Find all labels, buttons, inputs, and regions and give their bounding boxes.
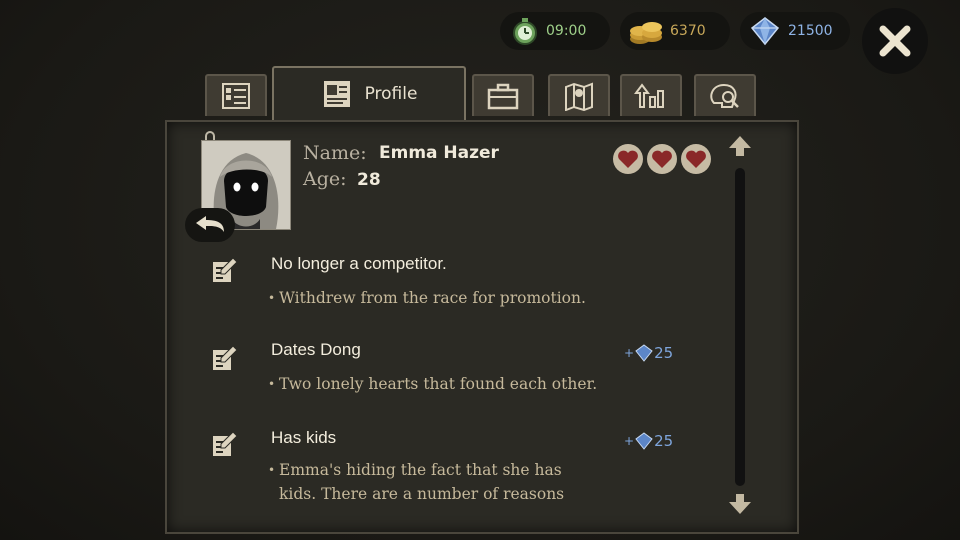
coins-display: 6370 bbox=[620, 12, 730, 50]
trait-description: Two lonely hearts that found each other. bbox=[268, 372, 599, 396]
trait-title: No longer a competitor. bbox=[271, 254, 447, 273]
tab-profile-label: Profile bbox=[364, 84, 418, 104]
heart-slot bbox=[681, 144, 711, 174]
scroll-track[interactable] bbox=[735, 168, 745, 486]
profile-content: Name: Emma Hazer Age: 28 No longer a com… bbox=[167, 122, 727, 532]
heart-icon bbox=[686, 150, 706, 168]
gems-value: 21500 bbox=[788, 23, 833, 39]
undo-arrow-icon bbox=[196, 216, 224, 232]
checklist-icon bbox=[222, 83, 250, 109]
heart-icon bbox=[618, 150, 638, 168]
name-label: Name: bbox=[303, 142, 367, 164]
note-edit-icon bbox=[213, 345, 238, 370]
trait-reward: + 25 bbox=[624, 344, 674, 362]
coin-stack-icon bbox=[630, 22, 662, 44]
tab-profile[interactable]: Profile bbox=[272, 66, 466, 120]
gems-display: 21500 bbox=[740, 12, 850, 50]
tab-jobs[interactable] bbox=[472, 74, 534, 116]
diamond-icon bbox=[635, 432, 653, 450]
heart-icon bbox=[652, 150, 672, 168]
age-label: Age: bbox=[303, 168, 347, 190]
diamond-icon bbox=[635, 344, 653, 362]
trait-reward: + 25 bbox=[624, 432, 674, 450]
trait-reward-value: 25 bbox=[654, 432, 674, 450]
upgrade-icon bbox=[634, 83, 664, 108]
trait-title: Has kids bbox=[271, 428, 337, 447]
tab-map[interactable] bbox=[548, 74, 610, 116]
note-edit-icon bbox=[213, 431, 238, 456]
name-value: Emma Hazer bbox=[379, 143, 499, 163]
close-icon bbox=[879, 25, 911, 57]
brain-search-icon bbox=[710, 83, 739, 108]
stopwatch-icon bbox=[513, 18, 537, 45]
trait-description: Emma's hiding the fact that she has kids… bbox=[268, 458, 599, 506]
timer-value: 09:00 bbox=[546, 23, 587, 39]
age-value: 28 bbox=[357, 170, 381, 190]
trait-description: Withdrew from the race for promotion. bbox=[268, 286, 599, 310]
tab-tasks[interactable] bbox=[205, 74, 267, 116]
map-icon bbox=[565, 82, 593, 111]
profile-card-icon bbox=[323, 81, 350, 107]
heart-slot bbox=[647, 144, 677, 174]
scroll-down-arrow-icon[interactable] bbox=[727, 492, 753, 516]
diamond-icon bbox=[750, 17, 780, 46]
heart-slot bbox=[613, 144, 643, 174]
relationship-hearts bbox=[613, 144, 711, 174]
tab-upgrades[interactable] bbox=[620, 74, 682, 116]
timer-display: 09:00 bbox=[500, 12, 610, 50]
profile-panel: Name: Emma Hazer Age: 28 No longer a com… bbox=[165, 120, 799, 534]
close-button[interactable] bbox=[862, 8, 928, 74]
trait-title: Dates Dong bbox=[271, 340, 361, 359]
tab-search[interactable] bbox=[694, 74, 756, 116]
back-button[interactable] bbox=[185, 208, 235, 242]
scroll-up-arrow-icon[interactable] bbox=[727, 134, 753, 158]
note-edit-icon bbox=[213, 257, 238, 282]
trait-reward-value: 25 bbox=[654, 344, 674, 362]
scrollbar[interactable] bbox=[727, 134, 757, 524]
briefcase-icon bbox=[487, 83, 519, 110]
coins-value: 6370 bbox=[670, 23, 706, 39]
